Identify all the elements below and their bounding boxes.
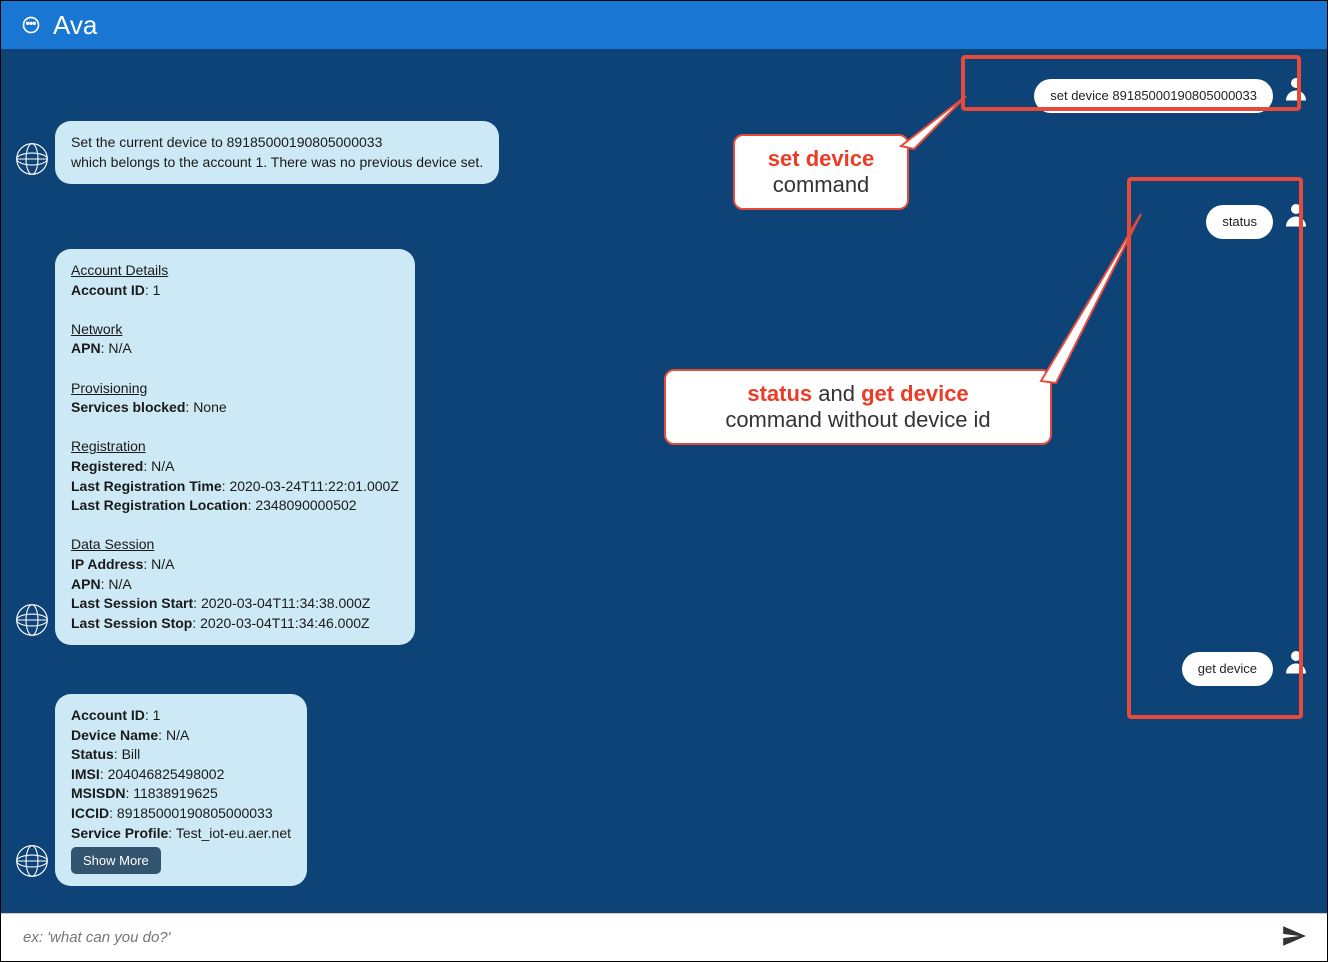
message-row: get device [1182,644,1319,686]
callout: set device command [733,134,909,210]
kv-row: APN: N/A [71,575,399,595]
kv-row: Service Profile: Test_iot-eu.aer.net [71,824,291,844]
kv-row: Account ID: 1 [71,281,399,301]
kv-row: IMSI: 204046825498002 [71,765,291,785]
message-row: status [1206,197,1319,239]
message-row: set device 89185000190805000033 [1034,71,1319,113]
kv-row: Device Name: N/A [71,726,291,746]
kv-row: Status: Bill [71,745,291,765]
kv-row: APN: N/A [71,339,399,359]
bot-avatar-icon [15,844,49,878]
user-message-bubble: get device [1182,652,1273,686]
kv-row: Registered: N/A [71,457,399,477]
message-row: Set the current device to 89185000190805… [9,121,499,184]
bot-avatar-icon [15,142,49,176]
callout-pointer [1031,209,1151,384]
input-bar [1,913,1327,961]
section-head: Provisioning [71,379,399,399]
message-row: Account Details Account ID: 1 Network AP… [9,249,415,645]
section-head: Registration [71,437,399,457]
bot-device-bubble: Account ID: 1 Device Name: N/A Status: B… [55,694,307,886]
bot-message-line2: which belongs to the account 1. There wa… [71,153,483,173]
user-avatar-icon [1279,71,1313,105]
callout-text: and [812,381,861,406]
callout: status and get device command without de… [664,369,1052,445]
section-head: Account Details [71,261,399,281]
send-icon [1281,937,1307,952]
kv-row: ICCID: 89185000190805000033 [71,804,291,824]
chat-area: set device 89185000190805000033 Set the … [1,49,1327,913]
show-more-button[interactable]: Show More [71,847,161,874]
kv-row: Last Session Stop: 2020-03-04T11:34:46.0… [71,614,399,634]
annotation-box [1127,177,1303,719]
send-button[interactable] [1277,919,1311,956]
kv-row: Services blocked: None [71,398,399,418]
chat-icon [21,15,41,35]
message-row: Account ID: 1 Device Name: N/A Status: B… [9,694,307,886]
kv-row: Last Registration Time: 2020-03-24T11:22… [71,477,399,497]
kv-row: Account ID: 1 [71,706,291,726]
user-message-bubble: set device 89185000190805000033 [1034,79,1273,113]
kv-row: MSISDN: 11838919625 [71,784,291,804]
callout-text: command [773,172,870,197]
callout-text: command without device id [725,407,990,432]
app-title: Ava [53,10,97,41]
kv-row: Last Session Start: 2020-03-04T11:34:38.… [71,594,399,614]
user-avatar-icon [1279,644,1313,678]
bot-status-bubble: Account Details Account ID: 1 Network AP… [55,249,415,645]
bot-message-line1: Set the current device to 89185000190805… [71,133,483,153]
chat-input[interactable] [23,929,1277,946]
section-head: Network [71,320,399,340]
kv-row: IP Address: N/A [71,555,399,575]
kv-row: Last Registration Location: 234809000050… [71,496,399,516]
bot-avatar-icon [15,603,49,637]
section-head: Data Session [71,535,399,555]
callout-bold: set device [768,146,874,171]
user-message-bubble: status [1206,205,1273,239]
app-header: Ava [1,1,1327,49]
callout-bold: get device [861,381,969,406]
user-avatar-icon [1279,197,1313,231]
callout-bold: status [747,381,812,406]
bot-message-bubble: Set the current device to 89185000190805… [55,121,499,184]
